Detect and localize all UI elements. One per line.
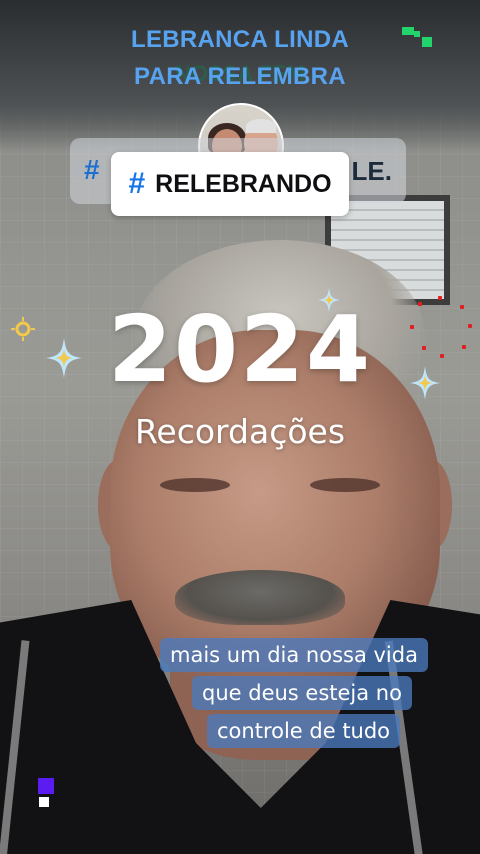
caption-line-1: mais um dia nossa vida — [160, 638, 428, 672]
mustache — [175, 570, 345, 625]
caption-line-3: controle de tudo — [207, 714, 401, 748]
left-eye — [160, 478, 230, 492]
hash-icon-back: # — [84, 154, 100, 185]
sparkle-icon — [46, 338, 82, 378]
hashtag-label: RELEBRANDO — [155, 169, 332, 198]
top-caption-line-2: PARA RELEMBRA — [134, 63, 346, 90]
memories-subtitle: Recordações — [134, 412, 346, 451]
pixel-logo-icon — [36, 778, 56, 808]
caption-line-2: que deus esteja no — [192, 676, 412, 710]
hash-icon: # — [128, 167, 146, 200]
green-pixel-icon — [402, 27, 432, 49]
hashtag-back-tail: LE. — [351, 156, 392, 186]
right-eye — [310, 478, 380, 492]
hashtag-sticker[interactable]: # RELEBRANDO — [111, 152, 349, 216]
sparkle-icon-small — [318, 287, 340, 313]
sparkle-icon-right — [410, 366, 440, 400]
sun-icon — [11, 317, 35, 341]
